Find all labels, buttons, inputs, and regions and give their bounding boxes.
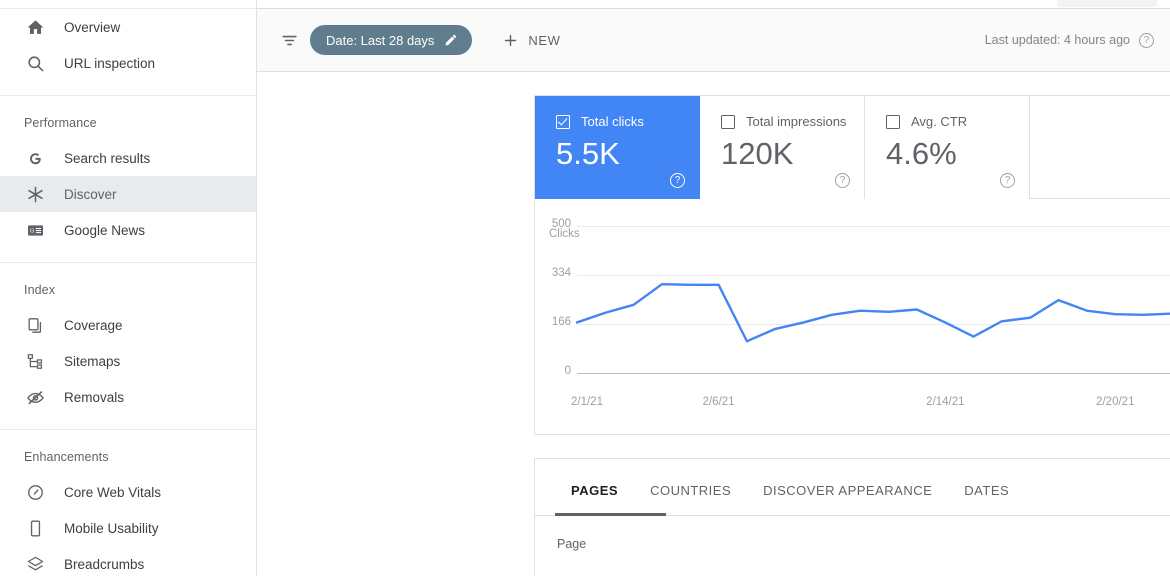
sidebar-item-discover[interactable]: Discover — [0, 176, 256, 212]
help-circle-icon[interactable]: ? — [835, 173, 850, 188]
tab-dates[interactable]: DATES — [948, 483, 1025, 516]
pencil-icon[interactable] — [444, 33, 458, 47]
sidebar-group-enhancements: Enhancements Core Web Vitals Mobile Usab… — [0, 430, 256, 576]
main-content: Date: Last 28 days NEW Last updated: 4 h… — [257, 0, 1170, 576]
sidebar-item-label: Google News — [64, 222, 146, 238]
sitemap-tree-icon — [24, 350, 46, 372]
sidebar-item-sitemaps[interactable]: Sitemaps — [0, 343, 256, 379]
sidebar-group-performance: Performance Search results Discover G Go… — [0, 96, 256, 248]
sidebar-section-header: Enhancements — [24, 450, 109, 464]
metric-value: 4.6% — [886, 136, 957, 171]
tab-countries[interactable]: COUNTRIES — [634, 483, 747, 516]
sidebar-item-label: Removals — [64, 389, 125, 405]
metric-checkbox[interactable] — [886, 114, 900, 129]
date-filter-chip[interactable]: Date: Last 28 days — [310, 25, 473, 55]
tab-pages[interactable]: PAGES — [555, 483, 634, 516]
metric-value: 120K — [721, 136, 794, 171]
help-circle-icon[interactable]: ? — [1139, 32, 1154, 48]
eye-off-icon — [24, 386, 46, 408]
svg-text:G: G — [29, 228, 33, 234]
sidebar-item-label: Mobile Usability — [64, 520, 159, 536]
sidebar-section-header: Performance — [24, 116, 97, 130]
x-axis-tick-label: 2/20/21 — [1096, 396, 1135, 408]
metric-card-avg-ctr[interactable]: Avg. CTR 4.6% ? — [865, 96, 1030, 199]
copy-pages-icon — [24, 314, 46, 336]
dimension-table-card: PAGES COUNTRIES DISCOVER APPEARANCE DATE… — [534, 458, 1170, 576]
metric-row-filler — [1030, 96, 1170, 198]
x-axis-tick-label: 2/14/21 — [926, 396, 965, 408]
sidebar-item-coverage[interactable]: Coverage — [0, 307, 256, 343]
sidebar-item-search-results[interactable]: Search results — [0, 140, 256, 176]
metric-checkbox[interactable] — [556, 114, 570, 129]
toolbar: Date: Last 28 days NEW Last updated: 4 h… — [257, 9, 1170, 72]
metric-label: Total impressions — [746, 114, 847, 129]
metric-checkbox[interactable] — [721, 114, 735, 129]
dimension-tabs: PAGES COUNTRIES DISCOVER APPEARANCE DATE… — [535, 459, 1170, 516]
filter-icon[interactable] — [274, 25, 304, 55]
sidebar-section-header: Index — [24, 283, 56, 297]
performance-chart-card: Total clicks 5.5K ? Total impressions 12… — [534, 95, 1170, 435]
sidebar-item-label: Overview — [64, 19, 121, 35]
metric-card-total-impressions[interactable]: Total impressions 120K ? — [700, 96, 865, 199]
sidebar-item-mobile-usability[interactable]: Mobile Usability — [0, 510, 256, 546]
new-filter-label: NEW — [528, 32, 561, 48]
top-partial-element — [1057, 0, 1157, 7]
last-updated-label: Last updated: 4 hours ago — [984, 33, 1130, 47]
x-axis-tick-label: 2/1/21 — [571, 396, 603, 408]
help-circle-icon[interactable]: ? — [670, 173, 685, 188]
sidebar-item-label: Search results — [64, 150, 151, 166]
last-updated: Last updated: 4 hours ago ? — [984, 32, 1154, 48]
sidebar-item-label: Sitemaps — [64, 353, 121, 369]
table-header-row: Page Clicks Impressions — [535, 516, 1170, 572]
mobile-phone-icon — [24, 517, 46, 539]
x-axis-tick-label: 2/6/21 — [702, 396, 735, 408]
new-filter-button[interactable]: NEW — [494, 26, 568, 55]
sidebar-item-google-news[interactable]: G Google News — [0, 212, 256, 248]
metric-card-total-clicks[interactable]: Total clicks 5.5K ? — [535, 96, 700, 199]
sidebar-item-label: Breadcrumbs — [64, 556, 145, 572]
sidebar-item-label: Core Web Vitals — [64, 484, 162, 500]
sidebar-group-index: Index Coverage Sitemaps Removals — [0, 263, 256, 415]
date-filter-label: Date: Last 28 days — [326, 32, 435, 48]
clicks-line-chart: Clicks 0 166 334 500 2/1/21 2/6/21 2/14/21 2/2… — [535, 199, 1170, 435]
sidebar-group-main: Overview URL inspection — [0, 9, 256, 81]
sidebar-item-label: Discover — [64, 186, 117, 202]
column-header-page[interactable]: Page — [557, 537, 586, 551]
discover-asterisk-icon — [24, 183, 46, 205]
clicks-line-path — [575, 283, 1170, 343]
metric-header: Total impressions — [721, 114, 864, 129]
sidebar-item-overview[interactable]: Overview — [0, 9, 256, 45]
metric-header: Total clicks — [556, 114, 699, 129]
sidebar-item-removals[interactable]: Removals — [0, 379, 256, 415]
search-console-app: Overview URL inspection Performance Sear… — [0, 0, 1170, 576]
home-icon — [24, 16, 46, 38]
active-tab-indicator — [555, 513, 666, 516]
google-news-icon: G — [24, 219, 46, 241]
tab-discover-appearance[interactable]: DISCOVER APPEARANCE — [747, 483, 948, 516]
sidebar-item-core-web-vitals[interactable]: Core Web Vitals — [0, 474, 256, 510]
metric-header: Avg. CTR — [886, 114, 1029, 129]
metric-cards-row: Total clicks 5.5K ? Total impressions 12… — [535, 96, 1170, 199]
sidebar-item-breadcrumbs[interactable]: Breadcrumbs — [0, 546, 256, 576]
google-g-icon — [24, 147, 46, 169]
metric-label: Avg. CTR — [911, 114, 968, 129]
search-icon — [24, 52, 46, 74]
metric-label: Total clicks — [581, 114, 644, 129]
metric-value: 5.5K — [556, 136, 620, 171]
sidebar-item-url-inspection[interactable]: URL inspection — [0, 45, 256, 81]
sidebar-top-divider — [0, 0, 256, 9]
speedometer-icon — [24, 481, 46, 503]
plus-icon — [502, 32, 519, 49]
sidebar-item-label: Coverage — [64, 317, 123, 333]
help-circle-icon[interactable]: ? — [1000, 173, 1015, 188]
sidebar: Overview URL inspection Performance Sear… — [0, 0, 257, 576]
sidebar-item-label: URL inspection — [64, 55, 156, 71]
layers-icon — [24, 553, 46, 575]
